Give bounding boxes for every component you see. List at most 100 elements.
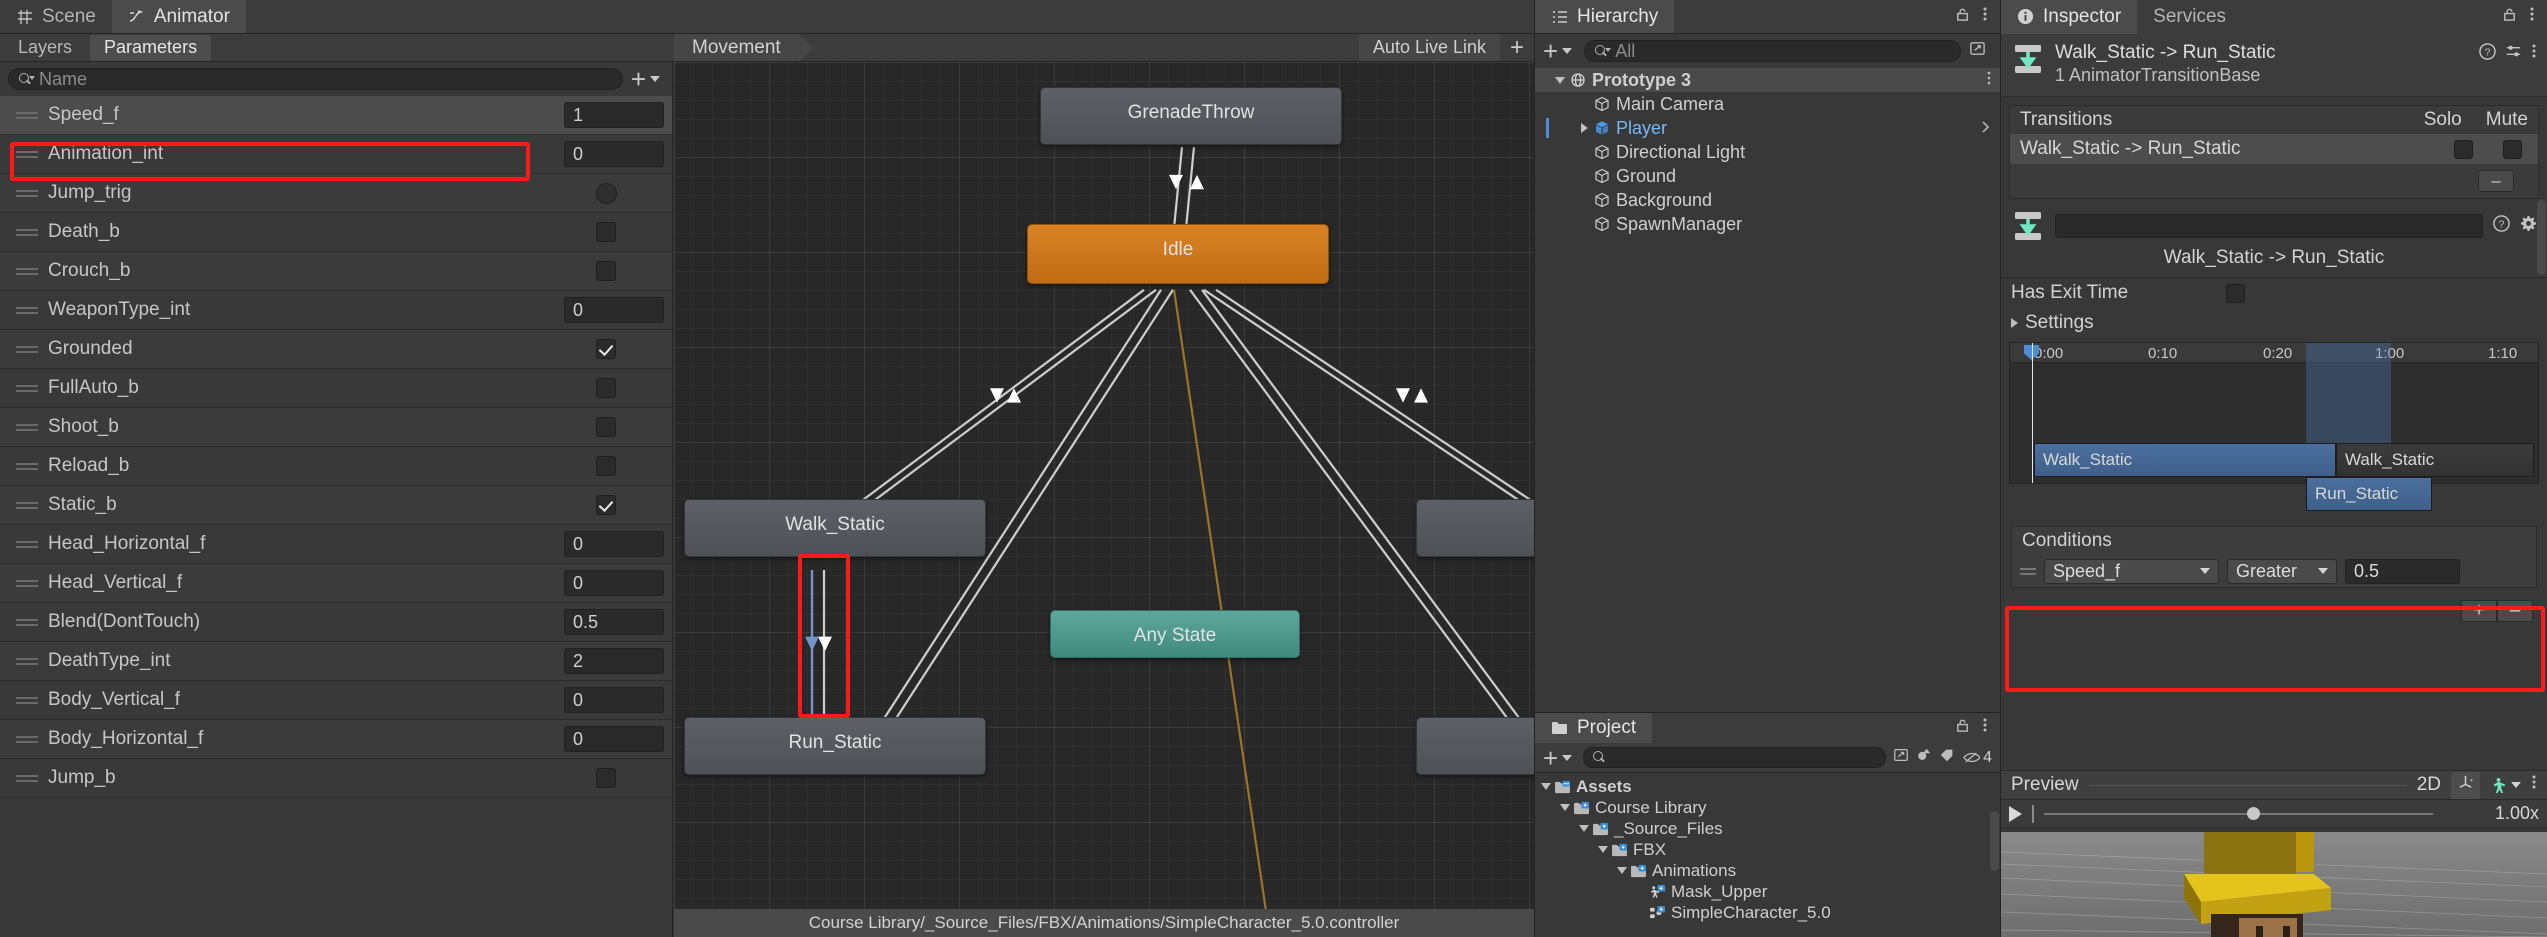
parameter-value[interactable] (564, 182, 664, 204)
avatar-icon[interactable] (2490, 777, 2521, 794)
parameter-value[interactable]: 1 (564, 102, 664, 128)
remove-transition-button[interactable]: – (2478, 170, 2514, 192)
parameter-row[interactable]: Crouch_b (0, 252, 672, 291)
timeline-clip[interactable]: Walk_Static (2034, 443, 2336, 477)
parameter-value[interactable]: 0 (564, 726, 664, 752)
project-tree[interactable]: Assets Course Library _Source_Files FBX Anim… (1535, 773, 2000, 923)
parameter-value[interactable]: 0 (564, 687, 664, 713)
project-scrollbar[interactable] (1990, 811, 1999, 871)
tab-animator[interactable]: Animator (111, 0, 246, 33)
subtab-layers[interactable]: Layers (4, 35, 86, 61)
more-options-icon[interactable] (1986, 70, 2000, 91)
help-icon[interactable]: ? (2479, 42, 2496, 66)
timeline-ruler[interactable]: 0:00 0:10 0:20 1:00 1:10 (2010, 343, 2538, 363)
remove-condition-button[interactable]: – (2497, 600, 2533, 622)
animator-state-node[interactable]: Any State (1050, 610, 1300, 658)
drag-handle-icon[interactable] (16, 616, 38, 629)
parameter-number-input[interactable]: 0 (564, 141, 664, 167)
drag-handle-icon[interactable] (16, 733, 38, 746)
drag-handle-icon[interactable] (16, 148, 38, 161)
project-search-input[interactable] (1583, 747, 1887, 768)
drag-handle-icon[interactable] (16, 694, 38, 707)
lock-icon[interactable] (1955, 6, 1970, 28)
parameter-row[interactable]: Death_b (0, 213, 672, 252)
transition-row[interactable]: Walk_Static -> Run_Static (2010, 134, 2538, 164)
drag-handle-icon[interactable] (16, 226, 38, 239)
hierarchy-list[interactable]: Prototype 3 Main Camera Player Directional … (1535, 68, 2000, 236)
project-tree-item[interactable]: Mask_Upper (1535, 881, 2000, 902)
parameter-number-input[interactable]: 0 (564, 531, 664, 557)
help-icon[interactable]: ? (2493, 214, 2510, 238)
project-tree-item[interactable]: Course Library (1535, 797, 2000, 818)
parameter-list[interactable]: Speed_f 1 Animation_int 0 Jump_trig Death_b Cr… (0, 96, 672, 937)
has-exit-time-checkbox[interactable] (2226, 283, 2245, 303)
parameter-row[interactable]: Head_Vertical_f 0 (0, 564, 672, 603)
play-icon[interactable] (2009, 805, 2022, 822)
parameter-checkbox[interactable] (596, 378, 616, 398)
parameter-row[interactable]: Shoot_b (0, 408, 672, 447)
expand-window-icon[interactable] (1893, 747, 1909, 769)
hierarchy-item[interactable]: Ground (1535, 164, 2000, 188)
drag-handle-icon[interactable] (16, 460, 38, 473)
parameter-number-input[interactable]: 0 (564, 687, 664, 713)
hierarchy-item[interactable]: Player (1535, 116, 2000, 140)
more-options-icon[interactable] (1982, 716, 1988, 740)
drag-handle-icon[interactable] (16, 772, 38, 785)
tab-inspector[interactable]: Inspector (2001, 0, 2138, 34)
parameter-number-input[interactable]: 0 (564, 726, 664, 752)
hierarchy-add-button[interactable]: + (1543, 38, 1576, 64)
parameter-checkbox[interactable] (596, 768, 616, 788)
subtab-parameters[interactable]: Parameters (90, 34, 212, 61)
animator-state-node[interactable]: Run (1416, 717, 1534, 775)
parameter-number-input[interactable]: 2 (564, 648, 664, 674)
parameter-row[interactable]: Body_Horizontal_f 0 (0, 720, 672, 759)
more-options-icon[interactable] (2529, 5, 2535, 29)
parameter-value[interactable]: 0.5 (564, 609, 664, 635)
chevron-down-icon[interactable] (1553, 76, 1567, 84)
drag-handle-icon[interactable] (16, 187, 38, 200)
graph-add-button[interactable]: + (1500, 34, 1534, 61)
drag-handle-icon[interactable] (16, 343, 38, 356)
condition-threshold-input[interactable]: 0.5 (2345, 558, 2460, 584)
lock-icon[interactable] (1955, 717, 1970, 739)
hierarchy-item[interactable]: Directional Light (1535, 140, 2000, 164)
parameter-value[interactable] (564, 495, 664, 515)
parameter-row[interactable]: Grounded (0, 330, 672, 369)
parameter-row[interactable]: Blend(DontTouch) 0.5 (0, 603, 672, 642)
more-options-icon[interactable] (2531, 773, 2537, 797)
label-filter-icon[interactable] (1939, 747, 1955, 769)
project-tree-item[interactable]: _Source_Files (1535, 818, 2000, 839)
parameter-checkbox[interactable] (596, 339, 616, 359)
tab-hierarchy[interactable]: Hierarchy (1535, 0, 1675, 33)
tab-project[interactable]: Project (1535, 713, 1653, 743)
parameter-row[interactable]: DeathType_int 2 (0, 642, 672, 681)
chevron-down-icon[interactable] (1596, 846, 1609, 853)
hierarchy-item[interactable]: Main Camera (1535, 92, 2000, 116)
timeline-clip[interactable]: Run_Static (2306, 477, 2432, 511)
parameter-value[interactable]: 0 (564, 570, 664, 596)
more-options-icon[interactable] (2531, 42, 2537, 66)
chevron-right-icon[interactable] (1577, 123, 1591, 133)
condition-comparison-dropdown[interactable]: Greater (2227, 558, 2337, 584)
parameter-value[interactable] (564, 339, 664, 359)
project-tree-item[interactable]: Assets (1535, 776, 2000, 797)
project-tree-item[interactable]: SimpleCharacter_5.0 (1535, 902, 2000, 923)
lock-icon[interactable] (2502, 6, 2517, 28)
chevron-down-icon[interactable] (1615, 867, 1628, 874)
parameter-number-input[interactable]: 1 (564, 102, 664, 128)
add-parameter-button[interactable]: + (631, 66, 664, 92)
transition-name-input[interactable] (2055, 214, 2483, 238)
asset-filter-icon[interactable] (1916, 747, 1932, 769)
animator-state-node[interactable]: Walk_Static (684, 499, 986, 557)
parameter-value[interactable] (564, 768, 664, 788)
parameter-number-input[interactable]: 0 (564, 297, 664, 323)
parameter-value[interactable] (564, 378, 664, 398)
more-options-icon[interactable] (1982, 5, 1988, 29)
timeline-clip[interactable]: Walk_Static (2336, 443, 2534, 477)
parameter-checkbox[interactable] (596, 495, 616, 515)
drag-handle-icon[interactable] (16, 382, 38, 395)
parameter-value[interactable]: 2 (564, 648, 664, 674)
animator-state-node[interactable]: GrenadeThrow (1040, 87, 1342, 145)
hierarchy-item[interactable]: Prototype 3 (1535, 68, 2000, 92)
parameter-row[interactable]: Jump_trig (0, 174, 672, 213)
